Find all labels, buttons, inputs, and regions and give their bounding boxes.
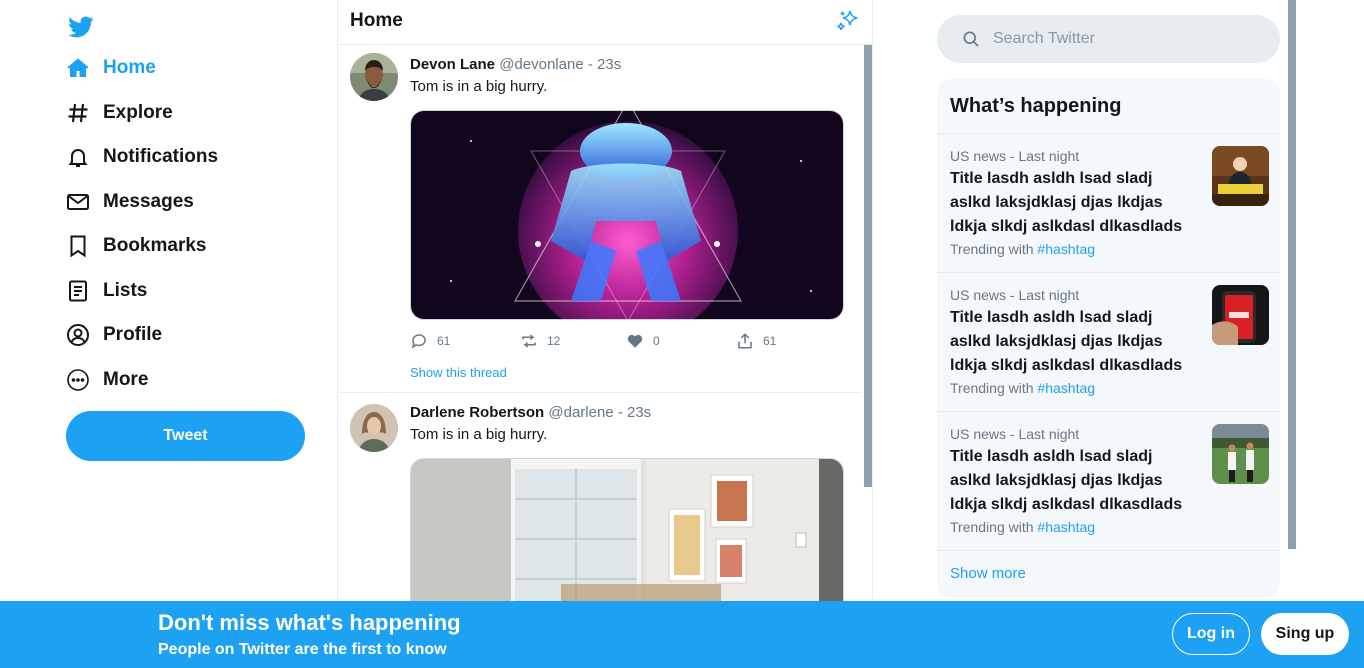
list-icon — [66, 279, 90, 303]
trend-title: Title lasdh asldh lsad sladj aslkd laksj… — [950, 170, 1183, 235]
nav-label-more: More — [103, 369, 149, 390]
trend-hashtag[interactable]: #hashtag — [1037, 519, 1095, 535]
user-icon — [66, 323, 90, 347]
home-icon — [66, 56, 90, 80]
login-banner: Don't miss what's happening People on Tw… — [0, 601, 1364, 668]
banner-subtitle: People on Twitter are the first to know — [158, 641, 447, 658]
tweet-author-name[interactable]: Darlene Robertson — [410, 404, 544, 421]
trend-meta: US news - Last night — [950, 287, 1080, 303]
share-button[interactable]: 61 — [736, 332, 776, 350]
feed-header: Home — [338, 0, 872, 45]
share-icon — [738, 333, 752, 349]
tweet-author-handle[interactable]: @devonlane — [499, 56, 583, 73]
tweet-text: Tom is in a big hurry. — [410, 78, 548, 95]
share-count: 61 — [763, 334, 777, 348]
avatar[interactable] — [350, 53, 398, 101]
trend-item[interactable]: US news - Last night Title lasdh asldh l… — [937, 273, 1280, 412]
reply-icon — [411, 334, 426, 349]
hash-icon — [66, 101, 90, 125]
show-thread-link[interactable]: Show this thread — [410, 365, 507, 380]
tweet-image[interactable] — [410, 110, 844, 320]
trend-tag-prefix: Trending with — [950, 380, 1034, 396]
trend-thumbnail — [1212, 424, 1269, 484]
banner-title: Don't miss what's happening — [158, 610, 461, 635]
trend-hashtag-line: Trending with #hashtag — [950, 241, 1095, 257]
home-feed: Home Devon Lane @devonlane - 23s Tom is … — [337, 0, 873, 668]
reply-button[interactable]: 61 — [410, 332, 450, 350]
tweet-author-name[interactable]: Devon Lane — [410, 56, 495, 73]
trend-title: Title lasdh asldh lsad sladj aslkd laksj… — [950, 448, 1183, 513]
nav-item-lists[interactable]: Lists — [66, 274, 147, 308]
tweet-timestamp: - 23s — [587, 56, 622, 73]
search-icon — [961, 29, 981, 49]
nav-item-explore[interactable]: Explore — [66, 96, 173, 130]
nav-item-more[interactable]: More — [66, 363, 148, 397]
trend-hashtag-line: Trending with #hashtag — [950, 380, 1095, 396]
nav-label-explore: Explore — [103, 102, 173, 123]
avatar[interactable] — [350, 404, 398, 452]
retweet-count: 12 — [547, 334, 561, 348]
signup-button[interactable]: Sing up — [1261, 613, 1349, 655]
nav-item-home[interactable]: Home — [66, 51, 156, 85]
trend-item[interactable]: US news - Last night Title lasdh asldh l… — [937, 412, 1280, 551]
trend-hashtag[interactable]: #hashtag — [1037, 241, 1095, 257]
trend-thumbnail — [1212, 285, 1269, 345]
nav-label-lists: Lists — [103, 280, 148, 301]
nav-item-notifications[interactable]: Notifications — [66, 140, 218, 174]
trend-item[interactable]: US news - Last night Title lasdh asldh l… — [937, 134, 1280, 273]
tweet-timestamp: - 23s — [617, 404, 652, 421]
nav-item-messages[interactable]: Messages — [66, 185, 194, 219]
tweet-header: Darlene Robertson @darlene - 23s — [410, 404, 651, 421]
twitter-bird-icon[interactable] — [66, 14, 96, 40]
left-sidebar: Home Explore Notifications Messages Book… — [0, 0, 337, 668]
like-count: 0 — [653, 334, 660, 348]
feed-scrollbar[interactable] — [864, 45, 872, 487]
login-button[interactable]: Log in — [1172, 613, 1250, 655]
trend-hashtag[interactable]: #hashtag — [1037, 380, 1095, 396]
search-bar[interactable] — [937, 15, 1280, 63]
trends-panel: What’s happening US news - Last night Ti… — [937, 79, 1280, 598]
like-button[interactable]: 0 — [626, 332, 660, 350]
nav-label-bookmarks: Bookmarks — [103, 235, 207, 256]
bookmark-icon — [66, 234, 90, 258]
show-more-link[interactable]: Show more — [950, 565, 1026, 582]
bell-icon — [66, 145, 90, 169]
tweet[interactable]: Devon Lane @devonlane - 23s Tom is in a … — [338, 45, 862, 393]
tweet-author-handle[interactable]: @darlene — [548, 404, 613, 421]
search-input[interactable] — [993, 30, 1263, 48]
page-title: Home — [350, 10, 403, 31]
sidebar-scrollbar[interactable] — [1288, 0, 1296, 549]
trend-hashtag-line: Trending with #hashtag — [950, 519, 1095, 535]
trends-title: What’s happening — [950, 95, 1122, 117]
tweet-button[interactable]: Tweet — [66, 411, 305, 461]
trend-meta: US news - Last night — [950, 148, 1080, 164]
right-sidebar: What’s happening US news - Last night Ti… — [873, 0, 1297, 668]
nav-item-bookmarks[interactable]: Bookmarks — [66, 229, 207, 263]
more-icon — [66, 368, 90, 392]
sparkle-icon[interactable] — [835, 8, 861, 34]
nav-label-home: Home — [103, 57, 156, 78]
trend-tag-prefix: Trending with — [950, 241, 1034, 257]
nav-label-profile: Profile — [103, 324, 163, 345]
nav-item-profile[interactable]: Profile — [66, 318, 162, 352]
nav-label-messages: Messages — [103, 191, 194, 212]
retweet-icon — [522, 334, 536, 348]
tweet-header: Devon Lane @devonlane - 23s — [410, 56, 621, 73]
tweet-text: Tom is in a big hurry. — [410, 426, 548, 443]
trend-tag-prefix: Trending with — [950, 519, 1034, 535]
nav-label-notifications: Notifications — [103, 146, 219, 167]
tweet-actions: 61 12 0 61 — [410, 332, 830, 352]
trend-thumbnail — [1212, 146, 1269, 206]
trend-meta: US news - Last night — [950, 426, 1080, 442]
trend-title: Title lasdh asldh lsad sladj aslkd laksj… — [950, 309, 1183, 374]
reply-count: 61 — [437, 334, 451, 348]
heart-icon — [627, 334, 643, 348]
retweet-button[interactable]: 12 — [520, 332, 560, 350]
mail-icon — [66, 190, 90, 214]
